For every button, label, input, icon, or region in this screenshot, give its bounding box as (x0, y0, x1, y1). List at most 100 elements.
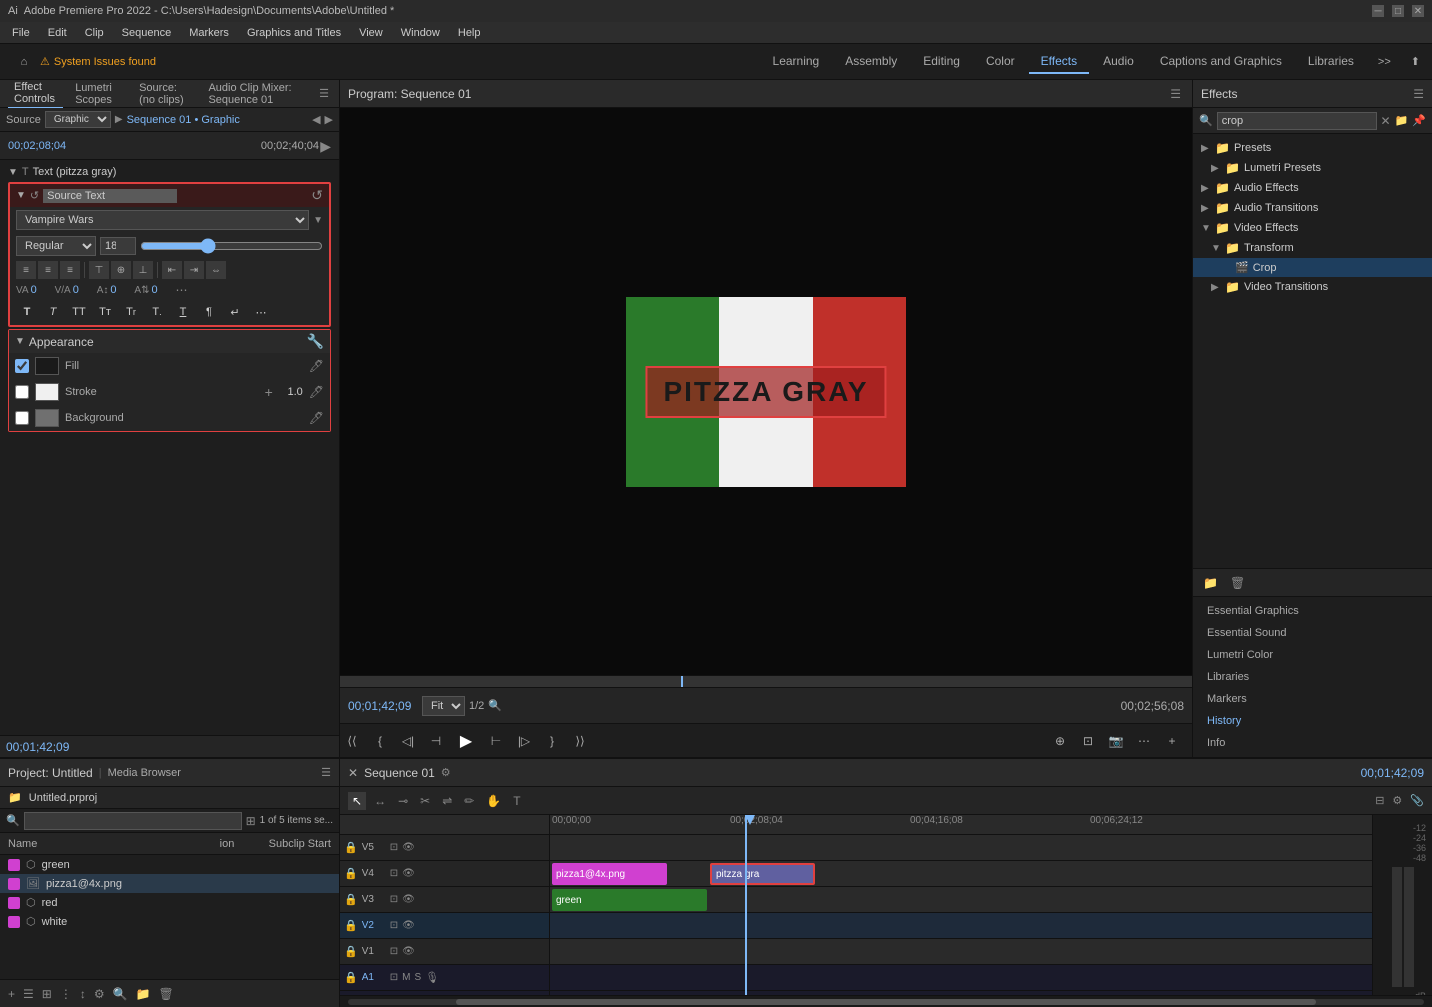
overwrite-btn[interactable]: ⊡ (1076, 729, 1100, 753)
superscript-btn[interactable]: Tr (120, 302, 142, 322)
close-button[interactable]: ✕ (1412, 5, 1424, 17)
stroke-eyedropper[interactable]: 🖊 (309, 385, 324, 399)
go-in-btn[interactable]: ⊣ (424, 729, 448, 753)
step-fwd-btn[interactable]: ⟩⟩ (568, 729, 592, 753)
clip-green[interactable]: green (552, 889, 707, 911)
tab-assembly[interactable]: Assembly (833, 50, 909, 74)
fill-checkbox[interactable] (15, 359, 29, 373)
text-tool[interactable]: T (509, 792, 524, 810)
timeline-ruler[interactable]: 00;00;00 00;02;08;04 00;04;16;08 00;06;2… (550, 815, 1372, 835)
timeline-settings-btn[interactable]: ⚙ (1392, 794, 1402, 807)
more-controls-btn[interactable]: ⋯ (1132, 729, 1156, 753)
col-ion-header[interactable]: ion (207, 838, 247, 850)
align-left-btn[interactable]: ≡ (16, 261, 36, 279)
background-color-swatch[interactable] (35, 409, 59, 427)
menu-clip[interactable]: Clip (77, 25, 112, 41)
ripple-tool[interactable]: ⊸ (394, 792, 412, 810)
track-row-a1[interactable] (550, 965, 1372, 991)
font-style-select[interactable]: Regular (16, 236, 96, 256)
text-collapse-arrow[interactable]: ▼ (8, 167, 18, 178)
hand-tool[interactable]: ✋ (482, 792, 505, 810)
tab-effects[interactable]: Effects (1029, 50, 1089, 74)
tab-source-no-clips[interactable]: Source: (no clips) (133, 80, 196, 108)
a1-lock-icon[interactable]: 🔒 (344, 971, 358, 984)
timeline-timecode[interactable]: 00;01;42;09 (1361, 766, 1424, 780)
pen-tool[interactable]: ✏ (460, 792, 478, 810)
next-frame-btn[interactable]: |▷ (512, 729, 536, 753)
sequence-link[interactable]: Sequence 01 • Graphic (127, 114, 240, 126)
source-dropdown[interactable]: Graphic (45, 111, 111, 128)
col-name-header[interactable]: Name (8, 838, 203, 850)
underline-btn[interactable]: T (172, 302, 194, 322)
a1-sync-icon[interactable]: ⊡ (390, 972, 398, 983)
export-frame-btn[interactable]: 📷 (1104, 729, 1128, 753)
sort-btn[interactable]: ↕ (78, 985, 88, 1003)
v4-sync-icon[interactable]: ⊡ (390, 868, 398, 879)
pin-effects-icon[interactable]: 📌 (1412, 114, 1426, 127)
justify-right-btn[interactable]: ⇥ (184, 261, 204, 279)
font-family-select[interactable]: Vampire Wars (16, 210, 309, 230)
clip-pizza[interactable]: pizza1@4x.png (552, 863, 667, 885)
subscript-btn[interactable]: T. (146, 302, 168, 322)
lumetri-color-link[interactable]: Lumetri Color (1201, 645, 1424, 665)
audio-transitions-item[interactable]: ▶ 📁 Audio Transitions (1193, 198, 1432, 218)
appearance-tool-icon[interactable]: 🔧 (307, 333, 324, 350)
v2-lock-icon[interactable]: 🔒 (344, 919, 358, 932)
a1-solo-btn[interactable]: S (414, 972, 421, 983)
bold-btn[interactable]: T (16, 302, 38, 322)
justify-left-btn[interactable]: ⇤ (162, 261, 182, 279)
align-middle-btn[interactable]: ⊕ (111, 261, 131, 279)
stroke-color-swatch[interactable] (35, 383, 59, 401)
source-text-reset-icon[interactable]: ↺ (30, 189, 39, 202)
track-row-v1[interactable] (550, 939, 1372, 965)
system-alert[interactable]: ⚠ System Issues found (40, 55, 156, 68)
col-subclip-header[interactable]: Subclip Start (251, 838, 331, 850)
align-center-btn[interactable]: ≡ (38, 261, 58, 279)
background-checkbox[interactable] (15, 411, 29, 425)
add-to-sequence-btn[interactable]: + (1160, 729, 1184, 753)
history-link[interactable]: History (1201, 711, 1424, 731)
search-clear-btn[interactable]: ✕ (1381, 114, 1391, 128)
slip-tool[interactable]: ⇌ (438, 792, 456, 810)
source-text-expand[interactable]: ▼ (16, 190, 26, 201)
new-bin-icon[interactable]: 📁 (1395, 114, 1409, 127)
add-media-btn[interactable]: 📎 (1410, 794, 1424, 807)
smallcaps-btn[interactable]: Tт (94, 302, 116, 322)
panel-menu-icon[interactable]: ☰ (317, 87, 331, 100)
project-panel-menu-btn[interactable]: ☰ (321, 766, 331, 779)
kerning-value[interactable]: 0 (31, 284, 51, 296)
zoom-icon[interactable]: 🔍 (488, 699, 502, 712)
menu-edit[interactable]: Edit (40, 25, 75, 41)
font-size-input[interactable] (100, 237, 136, 255)
monitor-timecode[interactable]: 00;01;42;09 (348, 699, 418, 713)
titlebar-controls[interactable]: ─ □ ✕ (1372, 5, 1424, 17)
stroke-add-btn[interactable]: + (265, 384, 273, 400)
crop-item[interactable]: 🎬 Crop (1193, 258, 1432, 277)
menu-markers[interactable]: Markers (181, 25, 237, 41)
project-list-btn[interactable]: ⊞ (246, 814, 256, 828)
new-item-btn[interactable]: + (6, 985, 17, 1003)
track-row-v3[interactable]: green (550, 887, 1372, 913)
tab-libraries[interactable]: Libraries (1296, 50, 1366, 74)
project-search-input[interactable] (24, 812, 242, 830)
step-back-btn[interactable]: ⟨⟨ (340, 729, 364, 753)
distribute-btn[interactable]: ⇔ (206, 261, 226, 279)
baseline-value[interactable]: 0 (151, 284, 171, 296)
v3-eye-icon[interactable]: 👁 (402, 894, 415, 905)
filter-icon[interactable]: ⊟ (1375, 794, 1384, 807)
project-item-red[interactable]: ⬡ red (0, 893, 339, 912)
more-workspaces-button[interactable]: >> (1370, 52, 1399, 72)
razor-tool[interactable]: ✂ (416, 792, 434, 810)
monitor-settings-btn[interactable]: ☰ (1167, 87, 1184, 101)
v2-eye-icon[interactable]: 👁 (402, 920, 415, 931)
stroke-checkbox[interactable] (15, 385, 29, 399)
italic-btn[interactable]: T (42, 302, 64, 322)
go-out-btn[interactable]: ⊢ (484, 729, 508, 753)
timeline-scrollbar[interactable] (340, 995, 1432, 1007)
navigate-button[interactable]: ▶ (320, 138, 331, 155)
a1-mute-btn[interactable]: M (402, 972, 410, 983)
timeline-scroll-thumb[interactable] (456, 999, 1317, 1005)
tab-effect-controls[interactable]: Effect Controls (8, 79, 63, 109)
search-proj-btn[interactable]: 🔍 (111, 985, 130, 1003)
minimize-button[interactable]: ─ (1372, 5, 1384, 17)
